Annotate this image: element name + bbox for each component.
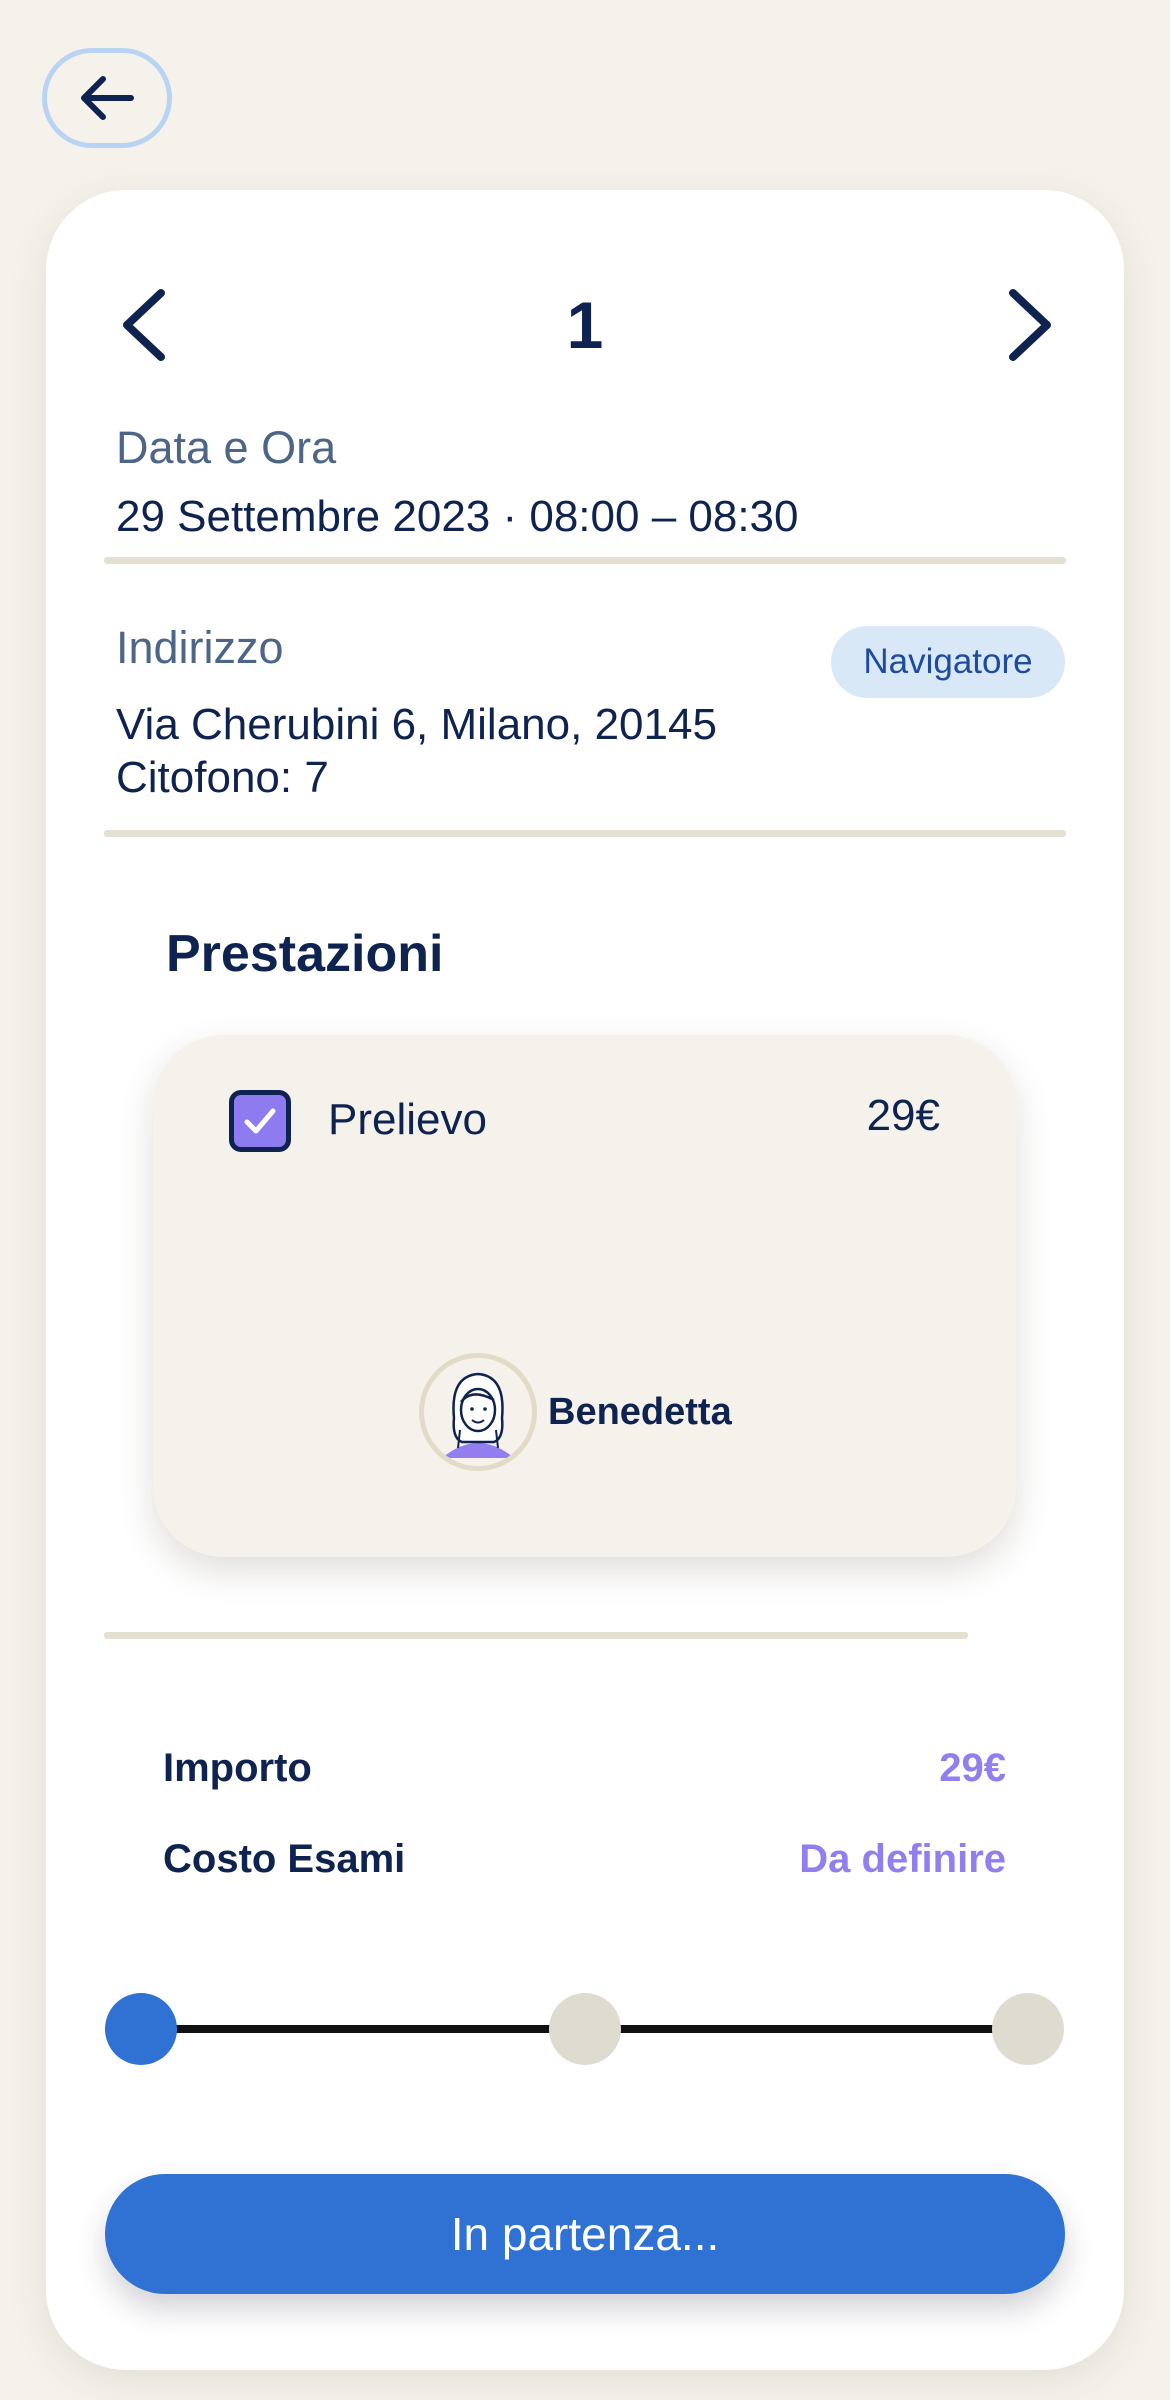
service-checkbox[interactable] [229, 1090, 291, 1152]
page-number: 1 [566, 288, 604, 362]
progress-step-3 [992, 1993, 1064, 2065]
intercom-line: Citofono: 7 [116, 753, 329, 802]
address-line: Via Cherubini 6, Milano, 20145 [116, 700, 717, 749]
appointment-card: 1 Data e Ora 29 Settembre 2023 · 08:00 –… [46, 190, 1124, 2370]
check-icon [244, 1108, 276, 1134]
start-button[interactable]: In partenza... [105, 2174, 1065, 2294]
amount-label: Importo [163, 1746, 312, 1790]
exam-cost-value: Da definire [799, 1837, 1006, 1881]
service-name: Prelievo [328, 1095, 487, 1144]
datetime-value: 29 Settembre 2023 · 08:00 – 08:30 [116, 492, 799, 541]
navigator-button[interactable]: Navigatore [831, 626, 1065, 698]
progress-step-2 [549, 1993, 621, 2065]
next-button[interactable] [996, 280, 1066, 370]
address-label: Indirizzo [116, 622, 284, 673]
arrow-left-icon [81, 76, 134, 120]
operator-name: Benedetta [548, 1391, 732, 1433]
avatar-illustration-icon [442, 1372, 514, 1458]
back-button[interactable] [42, 48, 172, 148]
service-card: Prelievo 29€ Benedetta [153, 1035, 1016, 1557]
services-title: Prestazioni [166, 925, 444, 983]
divider [104, 830, 1066, 837]
operator-avatar [419, 1353, 537, 1471]
divider [104, 557, 1066, 564]
amount-value: 29€ [939, 1746, 1006, 1790]
exam-cost-label: Costo Esami [163, 1837, 406, 1881]
divider [104, 1632, 968, 1639]
datetime-label: Data e Ora [116, 422, 337, 473]
progress-step-1 [105, 1993, 177, 2065]
service-price: 29€ [866, 1091, 940, 1140]
chevron-right-icon [1009, 289, 1051, 361]
